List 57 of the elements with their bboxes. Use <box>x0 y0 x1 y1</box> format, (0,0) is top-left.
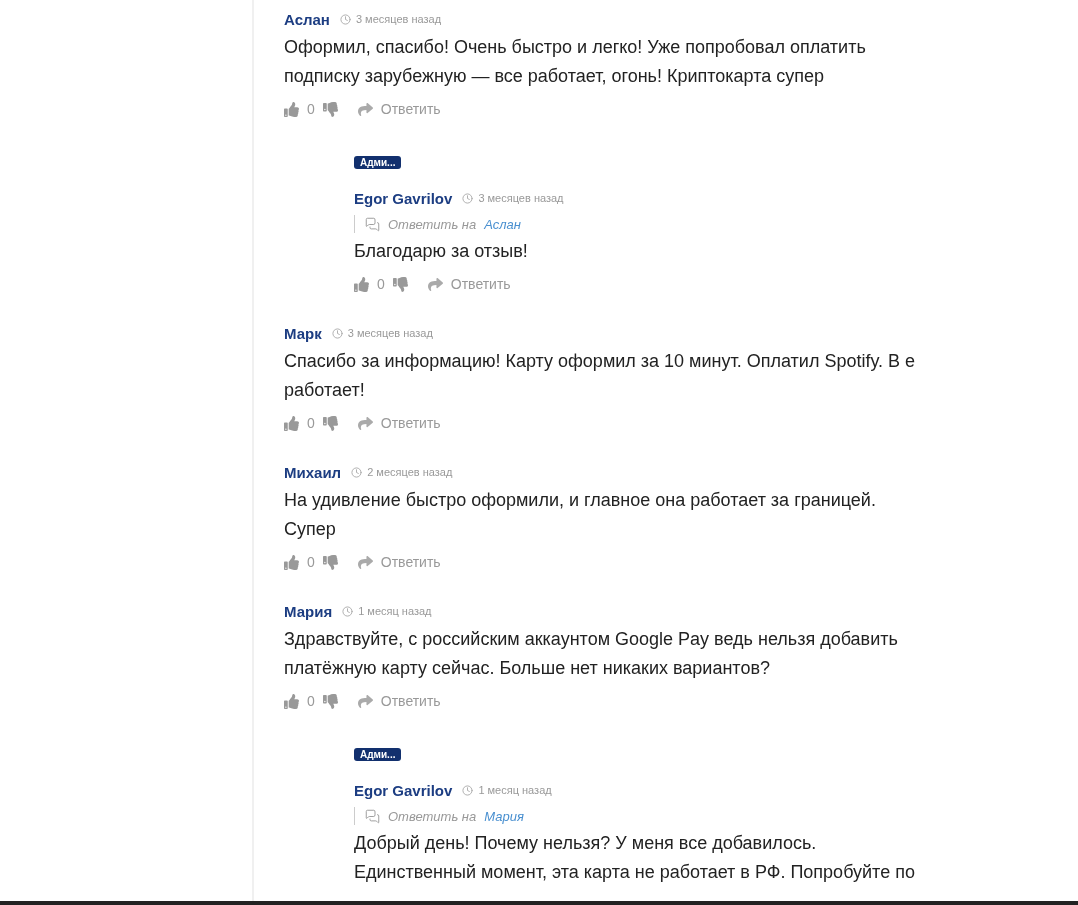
comment-author: Мария <box>284 602 333 620</box>
reply-button[interactable]: Ответить <box>357 415 441 431</box>
reply-button[interactable]: Ответить <box>357 101 441 117</box>
like-count: 0 <box>307 554 315 570</box>
clock-icon <box>351 466 363 478</box>
comment-author: Egor Gavrilov <box>354 189 453 207</box>
thumbs-up-icon[interactable] <box>284 693 299 709</box>
thumbs-down-icon[interactable] <box>322 101 338 117</box>
clock-icon <box>331 327 343 339</box>
clock-icon <box>342 605 354 617</box>
like-count: 0 <box>307 101 315 117</box>
reply-arrow-icon <box>357 554 373 570</box>
thumbs-down-icon[interactable] <box>322 693 338 709</box>
reply-button[interactable]: Ответить <box>357 554 441 570</box>
reply-to-label: Ответить на <box>388 808 477 824</box>
like-count: 0 <box>307 415 315 431</box>
reply-arrow-icon <box>427 276 443 292</box>
reply-to-label: Ответить на <box>388 216 477 232</box>
comment-author: Egor Gavrilov <box>354 781 453 799</box>
reply-to-link[interactable]: Аслан <box>484 216 521 232</box>
comment-text: Спасибо за информацию! Карту оформил за 10 минут. Оплатил Spotify. В е работает! <box>284 350 917 402</box>
like-count: 0 <box>307 693 315 709</box>
reply-button[interactable]: Ответить <box>357 693 441 709</box>
comment-time: 1 месяц назад <box>478 784 552 796</box>
thumbs-up-icon[interactable] <box>284 554 299 570</box>
thumbs-down-icon[interactable] <box>322 415 338 431</box>
reply-arrow-icon <box>357 415 373 431</box>
comment-time: 2 месяцев назад <box>367 466 453 478</box>
chat-icon <box>365 216 380 232</box>
thumbs-up-icon[interactable] <box>354 276 369 292</box>
comment-text: Здравствуйте, с российским аккаунтом Google Pay ведь нельзя добавить платёжную карту сейчас. Больше нет никаких вариантов? <box>284 628 899 680</box>
comment-time: 3 месяцев назад <box>347 327 433 339</box>
comment-time: 3 месяцев назад <box>478 192 564 204</box>
comment-text: На удивление быстро оформили, и главное она работает за границей. Супер <box>284 489 877 541</box>
reply-arrow-icon <box>357 101 373 117</box>
comment-author: Марк <box>284 324 322 342</box>
clock-icon <box>339 13 351 25</box>
admin-badge: Адми... <box>354 156 402 169</box>
comment-text: Оформил, спасибо! Очень быстро и легко! Уже попробовал оплатить подписку зарубежную — все работает, огонь! Криптокарта супер <box>284 36 867 88</box>
comment-time: 3 месяцев назад <box>355 13 442 25</box>
thumbs-down-icon[interactable] <box>322 554 338 570</box>
comment-text: Добрый день! Почему нельзя? У меня все добавилось. Единственный момент, эта карта не работает в РФ. Попробуйте по <box>354 832 916 884</box>
reply-to-link[interactable]: Мария <box>484 808 524 824</box>
clock-icon <box>462 784 474 796</box>
reply-button[interactable]: Ответить <box>427 276 511 292</box>
thumbs-up-icon[interactable] <box>284 415 299 431</box>
like-count: 0 <box>377 276 385 292</box>
reply-arrow-icon <box>357 693 373 709</box>
comment-time: 1 месяц назад <box>358 605 432 617</box>
admin-badge: Адми... <box>354 748 402 761</box>
thumbs-down-icon[interactable] <box>392 276 408 292</box>
comment-author: Михаил <box>284 463 342 481</box>
comment-author: Аслан <box>284 10 330 28</box>
chat-icon <box>365 808 380 824</box>
clock-icon <box>462 192 474 204</box>
thumbs-up-icon[interactable] <box>284 101 299 117</box>
comment-text: Благодарю за отзыв! <box>354 240 529 263</box>
